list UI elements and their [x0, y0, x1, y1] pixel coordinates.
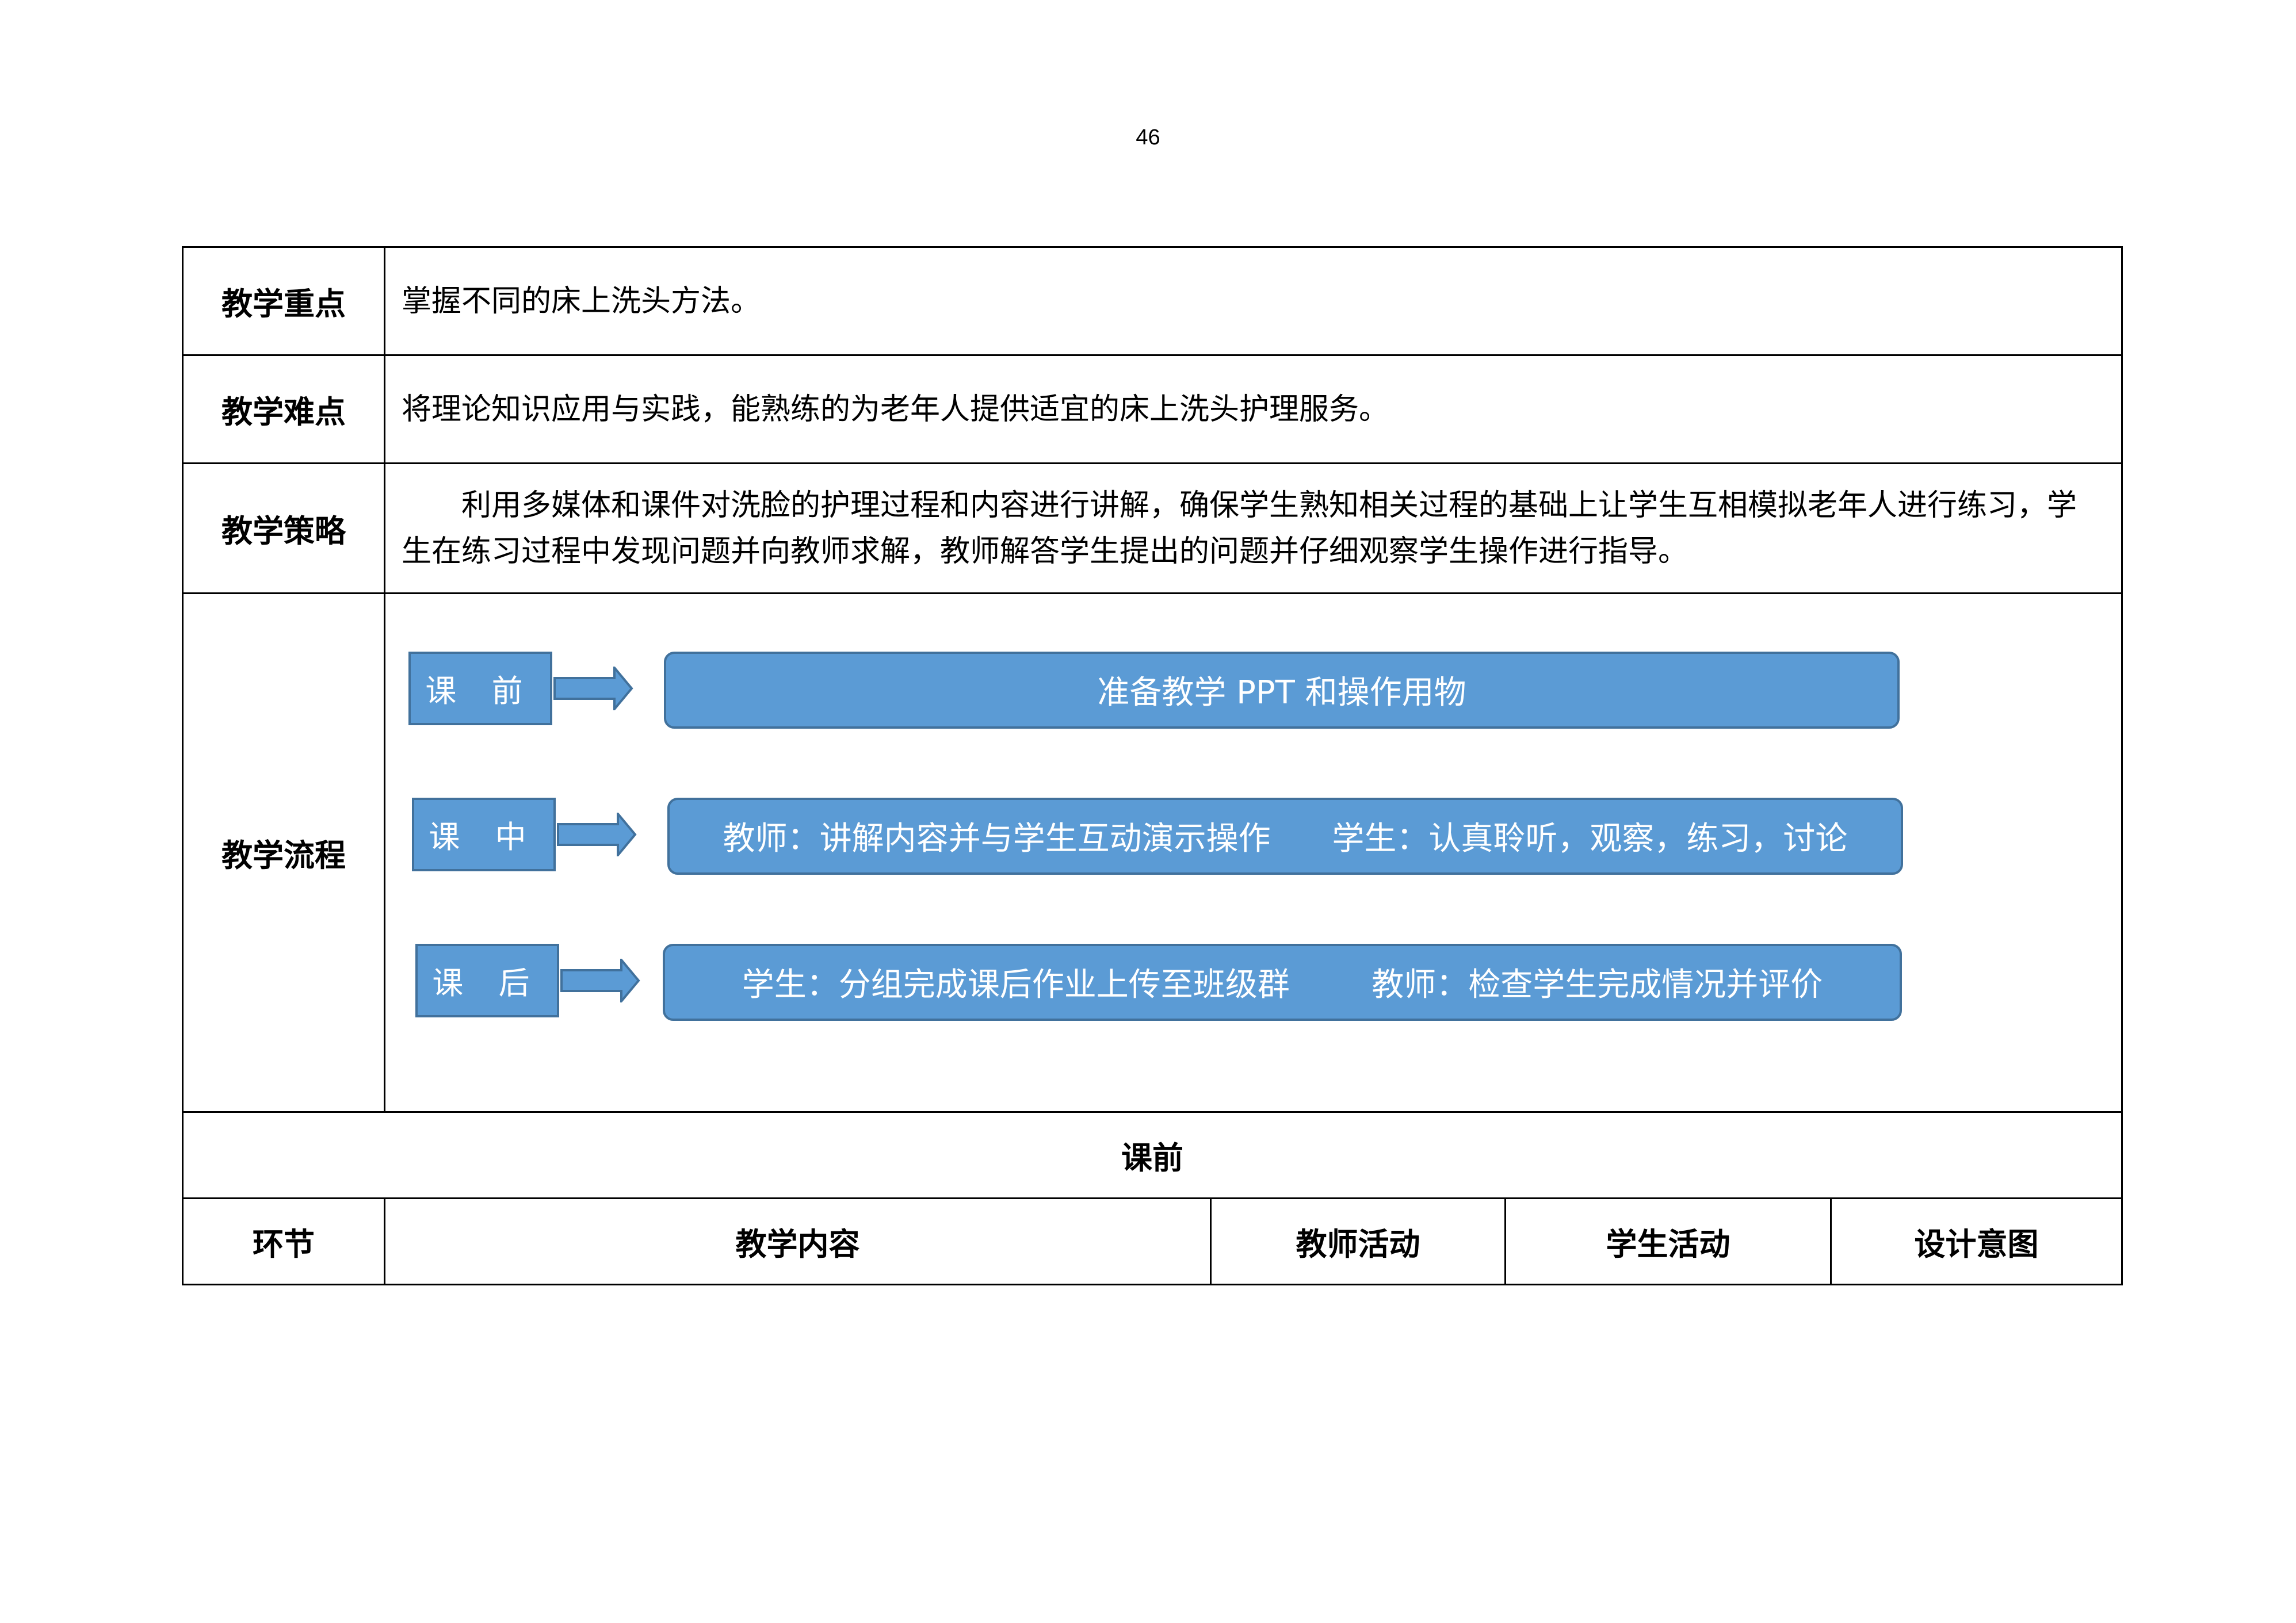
stage-before-class-box: 课 前: [408, 651, 552, 725]
flow-row: 教学流程 课 前 准备教学 PPT 和操作用物 课 中 教师：讲解内容并与学生互…: [182, 592, 2123, 1113]
arrow-right-icon: [553, 666, 633, 710]
key-point-content: 掌握不同的床上洗头方法。: [383, 246, 2123, 356]
column-header-row: 环节 教学内容 教师活动 学生活动 设计意图: [182, 1197, 2123, 1285]
flow-label: 教学流程: [182, 592, 385, 1113]
column-header-teacher-activity: 教师活动: [1210, 1197, 1506, 1285]
page-number: 46: [1136, 125, 1160, 150]
stage-after-class-box: 课 后: [415, 943, 559, 1017]
lesson-plan-table: 教学重点 掌握不同的床上洗头方法。 教学难点 将理论知识应用与实践，能熟练的为老…: [181, 246, 2123, 1285]
stage-before-class-content: 准备教学 PPT 和操作用物: [664, 651, 1900, 729]
strategy-content: 利用多媒体和课件对洗脸的护理过程和内容进行讲解，确保学生熟知相关过程的基础上让学…: [402, 488, 2077, 569]
stage-after-class-content: 学生：分组完成课后作业上传至班级群 教师：检查学生完成情况并评价: [663, 943, 1902, 1021]
difficulty-row: 教学难点 将理论知识应用与实践，能熟练的为老年人提供适宜的床上洗头护理服务。: [182, 354, 2123, 464]
column-header-student-activity: 学生活动: [1504, 1197, 1832, 1285]
difficulty-label: 教学难点: [182, 354, 385, 464]
section-title-row: 课前: [181, 1111, 2123, 1199]
difficulty-content: 将理论知识应用与实践，能熟练的为老年人提供适宜的床上洗头护理服务。: [383, 354, 2123, 464]
strategy-label: 教学策略: [182, 462, 385, 594]
stage-in-class-box: 课 中: [412, 797, 556, 871]
flow-diagram: 课 前 准备教学 PPT 和操作用物 课 中 教师：讲解内容并与学生互动演示操作…: [383, 592, 2123, 1113]
key-point-label: 教学重点: [182, 246, 385, 356]
column-header-content: 教学内容: [384, 1197, 1212, 1285]
strategy-row: 教学策略 利用多媒体和课件对洗脸的护理过程和内容进行讲解，确保学生熟知相关过程的…: [182, 462, 2123, 594]
stage-in-class-content: 教师：讲解内容并与学生互动演示操作 学生：认真聆听，观察，练习，讨论: [667, 797, 1903, 875]
section-title: 课前: [181, 1111, 2123, 1199]
arrow-right-icon: [557, 812, 637, 856]
column-header-segment: 环节: [182, 1197, 385, 1285]
column-header-design-intent: 设计意图: [1829, 1197, 2123, 1285]
key-point-row: 教学重点 掌握不同的床上洗头方法。: [182, 246, 2123, 356]
arrow-right-icon: [560, 958, 640, 1002]
